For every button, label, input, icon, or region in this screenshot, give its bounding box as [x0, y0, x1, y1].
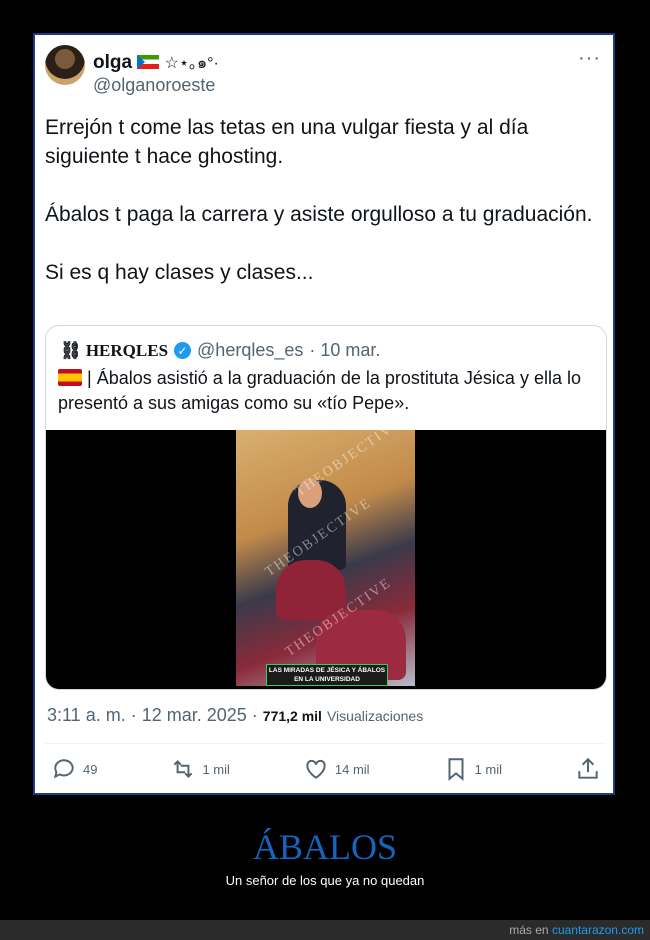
- action-bar: 49 1 mil 14 mil 1 mil: [51, 751, 601, 787]
- more-options-icon[interactable]: ···: [578, 47, 601, 70]
- like-button[interactable]: 14 mil: [303, 756, 370, 782]
- retweet-button[interactable]: 1 mil: [170, 756, 230, 782]
- footer-text: más en cuantarazon.com: [509, 923, 644, 937]
- tweet-text: Errejón t come las tetas en una vulgar f…: [45, 113, 605, 316]
- bookmark-icon: [448, 758, 464, 781]
- quoted-date[interactable]: · 10 mar.: [309, 340, 380, 361]
- watermark: THEOBJECTIVE: [292, 430, 405, 500]
- views-label: Visualizaciones: [326, 708, 424, 724]
- tweet-card: olga ☆⋆｡๑°· @olganoroeste ··· Errejón t …: [33, 33, 615, 795]
- like-count: 14 mil: [334, 761, 370, 777]
- quoted-handle[interactable]: @herqles_es: [197, 340, 303, 361]
- reply-icon: [53, 759, 74, 779]
- video-frame: THEOBJECTIVE THEOBJECTIVE THEOBJECTIVE L…: [236, 430, 415, 686]
- video-player[interactable]: THEOBJECTIVE THEOBJECTIVE THEOBJECTIVE L…: [46, 430, 606, 689]
- quoted-tweet-header: ⛓ HERQLES ✓ @herqles_es · 10 mar.: [60, 340, 380, 361]
- display-name-text[interactable]: olga: [93, 52, 132, 73]
- footer-bar: más en cuantarazon.com: [0, 920, 650, 940]
- reply-count: 49: [83, 761, 98, 777]
- tweet-paragraph: Ábalos t paga la carrera y asiste orgull…: [45, 203, 593, 226]
- reply-button[interactable]: 49: [51, 756, 97, 782]
- retweet-icon: [174, 760, 193, 778]
- display-name[interactable]: olga ☆⋆｡๑°·: [93, 49, 219, 76]
- heart-icon: [306, 759, 326, 779]
- bookmark-count: 1 mil: [474, 761, 503, 777]
- bookmark-button[interactable]: 1 mil: [443, 756, 502, 782]
- tweet-time[interactable]: 3:11 a. m. · 12 mar. 2025 ·: [47, 705, 258, 725]
- avatar[interactable]: [45, 45, 85, 85]
- herqles-logo[interactable]: ⛓ HERQLES: [60, 341, 168, 361]
- share-button[interactable]: [575, 756, 601, 782]
- page-title: ÁBALOS: [252, 827, 398, 867]
- verified-badge-icon: ✓: [174, 342, 192, 359]
- divider: [45, 743, 605, 744]
- views-count: 771,2 mil: [262, 708, 322, 724]
- footer-link[interactable]: cuantarazon.com: [552, 923, 644, 937]
- quoted-text: | Ábalos asistió a la graduación de la p…: [58, 366, 598, 416]
- share-icon: [578, 757, 598, 779]
- footer-prefix: más en: [509, 923, 549, 937]
- tweet-paragraph: Si es q hay clases y clases...: [45, 261, 314, 284]
- equatorial-guinea-flag-icon: [137, 55, 160, 69]
- name-decoration: ☆⋆｡๑°·: [164, 55, 219, 72]
- page-subtitle: Un señor de los que ya no quedan: [225, 873, 425, 888]
- retweet-count: 1 mil: [202, 761, 230, 777]
- quoted-text-body: | Ábalos asistió a la graduación de la p…: [58, 368, 581, 413]
- tweet-meta: 3:11 a. m. · 12 mar. 2025 · 771,2 mil Vi…: [47, 705, 423, 726]
- spain-flag-icon: [58, 369, 82, 386]
- video-caption: LAS MIRADAS DE JÉSICA Y ÁBALOS EN LA UNI…: [266, 664, 388, 686]
- tweet-paragraph: Errejón t come las tetas en una vulgar f…: [45, 116, 529, 168]
- quoted-tweet[interactable]: ⛓ HERQLES ✓ @herqles_es · 10 mar. | Ábal…: [45, 325, 607, 690]
- user-handle[interactable]: @olganoroeste: [93, 75, 215, 96]
